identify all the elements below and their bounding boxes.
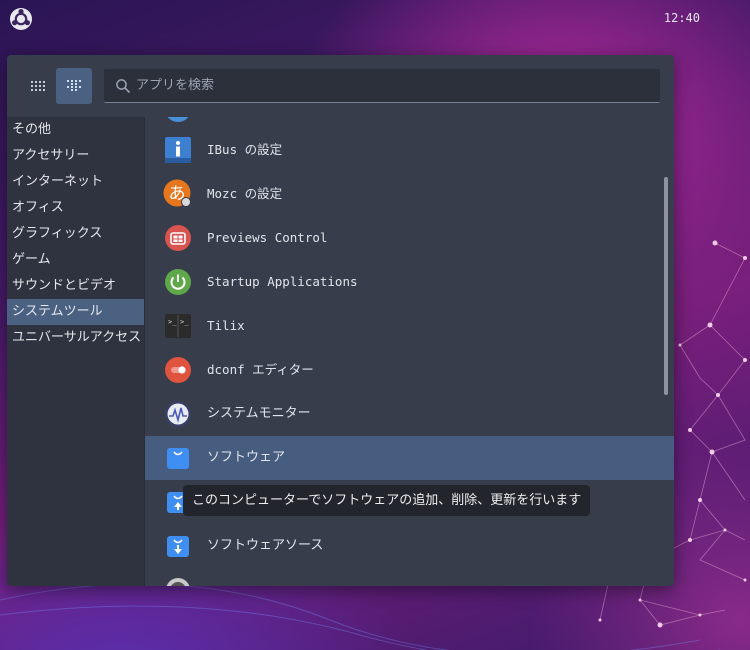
- app-list-scrollbar[interactable]: [664, 177, 668, 395]
- category-other[interactable]: その他: [7, 117, 144, 143]
- app-item-mozc-settings[interactable]: あ Mozc の設定: [145, 172, 674, 216]
- svg-text:>_: >_: [180, 318, 189, 326]
- list-view-button[interactable]: [56, 68, 92, 104]
- category-universal-access[interactable]: ユニバーサルアクセス: [7, 325, 144, 351]
- list-dots-icon: [67, 80, 81, 91]
- partial-blue-icon: [163, 117, 193, 124]
- category-sound-video[interactable]: サウンドとビデオ: [7, 273, 144, 299]
- grid-dots-icon: [31, 81, 45, 91]
- app-item-ibus-settings[interactable]: IBus の設定: [145, 128, 674, 172]
- category-office[interactable]: オフィス: [7, 195, 144, 221]
- category-list: その他 アクセサリー インターネット オフィス グラフィックス ゲーム サウンド…: [7, 117, 145, 586]
- app-item-startup-applications[interactable]: Startup Applications: [145, 260, 674, 304]
- app-item-partial-bottom[interactable]: [145, 568, 674, 586]
- search-icon: [116, 78, 131, 93]
- app-item-software-sources[interactable]: ソフトウェアソース: [145, 524, 674, 568]
- app-item-software[interactable]: ソフトウェア: [145, 436, 674, 480]
- category-system-tools[interactable]: システムツール: [7, 299, 144, 325]
- search-box[interactable]: [104, 69, 660, 103]
- software-tooltip: このコンピューターでソフトウェアの追加、削除、更新を行います: [183, 485, 591, 516]
- ubuntu-logo-icon: [10, 8, 32, 30]
- software-sources-icon: [163, 531, 193, 561]
- grid-view-button[interactable]: [20, 68, 56, 104]
- mozc-icon: あ: [163, 179, 193, 209]
- app-item-dconf-editor[interactable]: dconf エディター: [145, 348, 674, 392]
- app-item-system-monitor[interactable]: システムモニター: [145, 392, 674, 436]
- system-monitor-icon: [163, 399, 193, 429]
- panel-clock[interactable]: 12:40: [664, 11, 700, 25]
- app-item-previews-control[interactable]: Previews Control: [145, 216, 674, 260]
- category-accessories[interactable]: アクセサリー: [7, 143, 144, 169]
- top-panel: 12:40: [0, 0, 750, 38]
- power-icon: [163, 267, 193, 297]
- category-graphics[interactable]: グラフィックス: [7, 221, 144, 247]
- category-internet[interactable]: インターネット: [7, 169, 144, 195]
- app-item-tilix[interactable]: >_ >_ Tilix: [145, 304, 674, 348]
- partial-gray-icon: [163, 575, 193, 586]
- svg-text:>_: >_: [168, 318, 177, 326]
- menu-header: [7, 55, 674, 117]
- info-icon: [163, 135, 193, 165]
- terminal-icon: >_ >_: [163, 311, 193, 341]
- previews-control-icon: [163, 223, 193, 253]
- dconf-icon: [163, 355, 193, 385]
- application-menu-button[interactable]: [8, 6, 34, 32]
- search-input[interactable]: [136, 70, 660, 101]
- category-games[interactable]: ゲーム: [7, 247, 144, 273]
- software-bag-icon: [163, 443, 193, 473]
